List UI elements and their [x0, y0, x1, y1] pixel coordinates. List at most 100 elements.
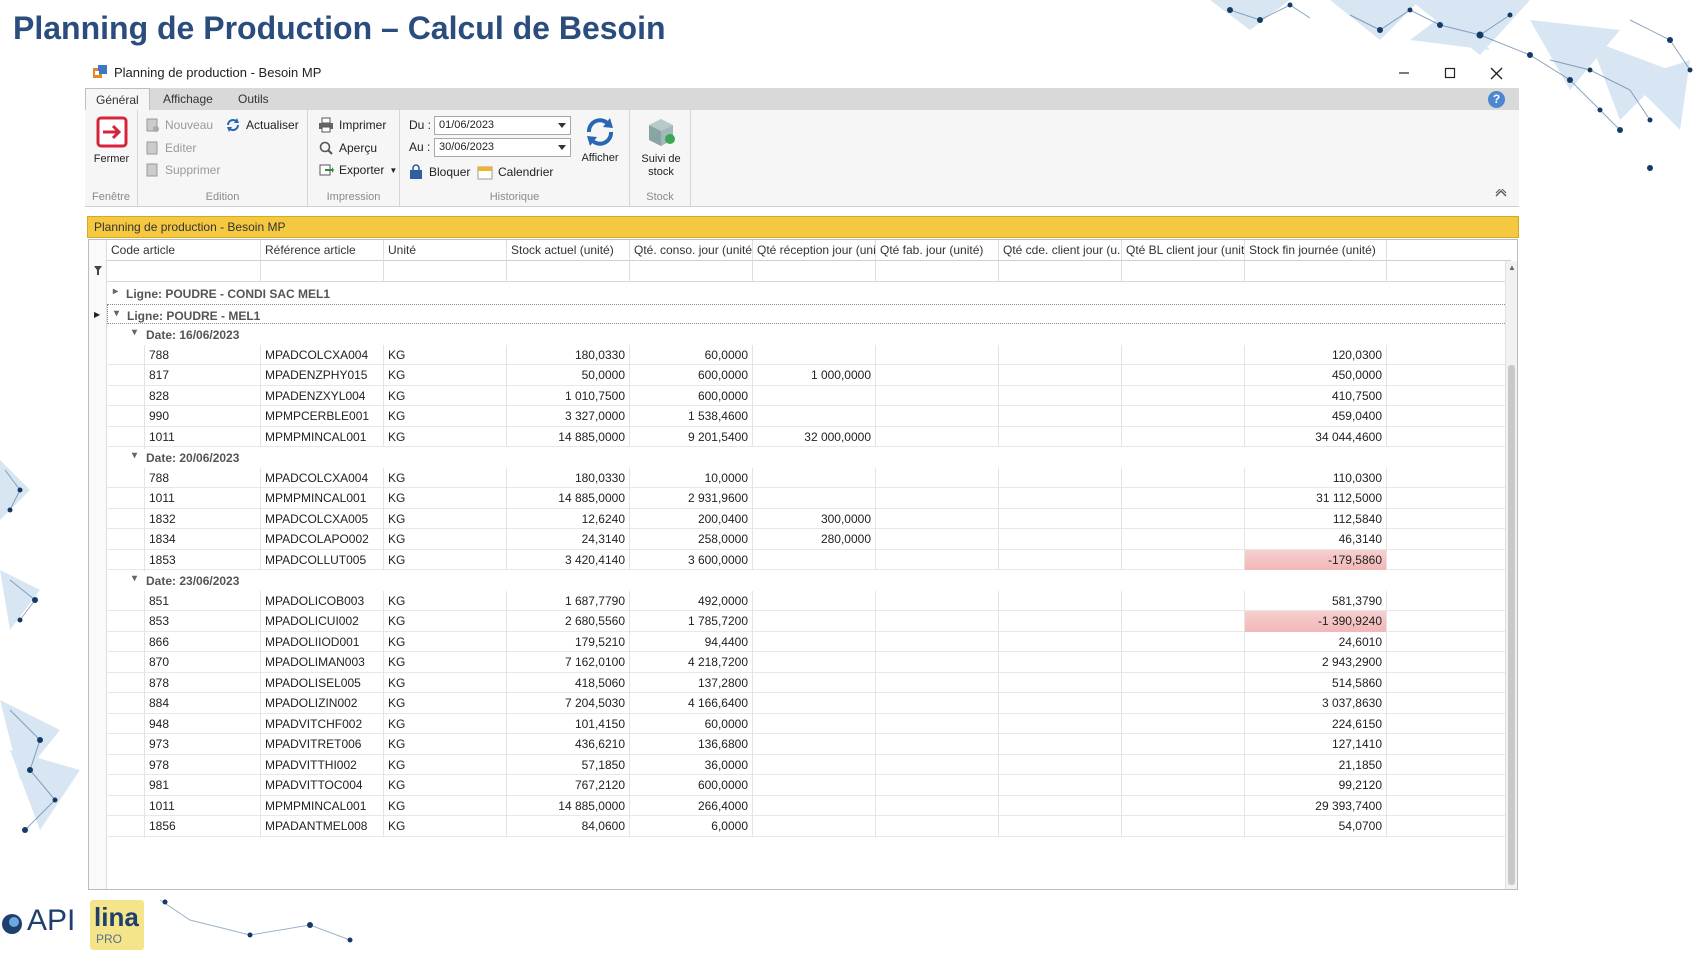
table-cell[interactable]	[876, 713, 999, 734]
table-cell[interactable]: 600,0000	[630, 775, 753, 796]
table-cell[interactable]: 7 162,0100	[507, 652, 630, 673]
new-button[interactable]: Nouveau	[144, 115, 213, 135]
table-cell[interactable]: 981	[145, 775, 261, 796]
table-cell[interactable]: -179,5860	[1245, 549, 1387, 570]
table-cell[interactable]: 870	[145, 652, 261, 673]
table-cell[interactable]: 978	[145, 754, 261, 775]
table-cell[interactable]: 1856	[145, 816, 261, 837]
table-row[interactable]: 851 MPADOLICOB003 KG 1 687,7790 492,0000 581,…	[107, 590, 1511, 613]
table-cell[interactable]	[999, 652, 1122, 673]
table-cell[interactable]: MPADVITTHI002	[261, 754, 384, 775]
table-cell[interactable]: 29 393,7400	[1245, 795, 1387, 816]
table-cell[interactable]	[753, 816, 876, 837]
table-cell[interactable]	[753, 406, 876, 427]
table-cell[interactable]	[753, 652, 876, 673]
table-cell[interactable]: KG	[384, 611, 507, 632]
filter-cell[interactable]	[999, 261, 1122, 282]
table-cell[interactable]: MPMPCERBLE001	[261, 406, 384, 427]
table-cell[interactable]	[876, 631, 999, 652]
table-cell[interactable]: 866	[145, 631, 261, 652]
column-header[interactable]: Qté cde. client jour (u...	[999, 240, 1122, 261]
table-cell[interactable]: 200,0400	[630, 508, 753, 529]
chevron-right-icon[interactable]: ▸	[113, 286, 118, 297]
table-cell[interactable]	[876, 344, 999, 365]
table-cell[interactable]: 492,0000	[630, 590, 753, 611]
table-cell[interactable]: KG	[384, 816, 507, 837]
table-cell[interactable]: 459,0400	[1245, 406, 1387, 427]
table-cell[interactable]: 948	[145, 713, 261, 734]
group-row[interactable]: ▾ Ligne: POUDRE - MEL1	[107, 303, 1511, 324]
column-header[interactable]: Qté réception jour (uni...	[753, 240, 876, 261]
table-cell[interactable]	[1122, 508, 1245, 529]
table-cell[interactable]	[876, 467, 999, 488]
table-cell[interactable]: MPADVITRET006	[261, 734, 384, 755]
table-cell[interactable]: 410,7500	[1245, 385, 1387, 406]
table-cell[interactable]: KG	[384, 590, 507, 611]
column-header[interactable]: Qté. conso. jour (unité)	[630, 240, 753, 261]
table-cell[interactable]: KG	[384, 775, 507, 796]
table-cell[interactable]: 973	[145, 734, 261, 755]
scrollbar-thumb[interactable]	[1508, 365, 1515, 885]
table-cell[interactable]: 137,2800	[630, 672, 753, 693]
table-cell[interactable]	[1122, 385, 1245, 406]
table-cell[interactable]: MPMPMINCAL001	[261, 795, 384, 816]
table-cell[interactable]	[999, 344, 1122, 365]
table-cell[interactable]	[999, 795, 1122, 816]
filter-cell[interactable]	[1122, 261, 1245, 282]
table-cell[interactable]: MPADCOLLUT005	[261, 549, 384, 570]
table-cell[interactable]: 788	[145, 467, 261, 488]
table-cell[interactable]	[1122, 467, 1245, 488]
column-header[interactable]: Référence article	[261, 240, 384, 261]
delete-button[interactable]: Supprimer	[144, 160, 220, 180]
table-cell[interactable]: 1011	[145, 426, 261, 447]
table-row[interactable]: 870 MPADOLIMAN003 KG 7 162,0100 4 218,7200 2 …	[107, 652, 1511, 674]
table-cell[interactable]: KG	[384, 344, 507, 365]
table-cell[interactable]: KG	[384, 652, 507, 673]
table-cell[interactable]: 1011	[145, 795, 261, 816]
table-cell[interactable]	[1122, 713, 1245, 734]
table-cell[interactable]: 1834	[145, 529, 261, 550]
table-cell[interactable]	[753, 344, 876, 365]
maximize-button[interactable]	[1427, 60, 1473, 86]
table-cell[interactable]	[876, 754, 999, 775]
table-cell[interactable]: KG	[384, 734, 507, 755]
filter-cell[interactable]	[876, 261, 999, 282]
table-cell[interactable]: 600,0000	[630, 365, 753, 386]
block-button[interactable]: Bloquer	[408, 162, 470, 182]
table-cell[interactable]	[1122, 611, 1245, 632]
table-cell[interactable]: 2 943,2900	[1245, 652, 1387, 673]
table-cell[interactable]: KG	[384, 693, 507, 714]
print-button[interactable]: Imprimer	[318, 115, 386, 135]
table-cell[interactable]: 1 785,7200	[630, 611, 753, 632]
table-row[interactable]: 1011 MPMPMINCAL001 KG 14 885,0000 2 931,9600…	[107, 488, 1511, 510]
table-cell[interactable]	[999, 816, 1122, 837]
table-row[interactable]: 1011 MPMPMINCAL001 KG 14 885,0000 266,4000 29…	[107, 795, 1511, 818]
tab-outils[interactable]: Outils	[228, 88, 279, 110]
table-cell[interactable]	[999, 631, 1122, 652]
table-cell[interactable]: KG	[384, 406, 507, 427]
table-cell[interactable]: 581,3790	[1245, 590, 1387, 611]
table-cell[interactable]: 3 420,4140	[507, 549, 630, 570]
table-cell[interactable]: 767,2120	[507, 775, 630, 796]
table-cell[interactable]: 50,0000	[507, 365, 630, 386]
table-cell[interactable]	[753, 631, 876, 652]
table-cell[interactable]: 101,4150	[507, 713, 630, 734]
table-cell[interactable]: 120,0300	[1245, 344, 1387, 365]
calendar-button[interactable]: Calendrier	[477, 162, 553, 182]
table-cell[interactable]: 32 000,0000	[753, 426, 876, 447]
table-row[interactable]: 1834 MPADCOLAPO002 KG 24,3140 258,0000 280,00…	[107, 529, 1511, 551]
table-cell[interactable]: 21,1850	[1245, 754, 1387, 775]
table-cell[interactable]	[753, 693, 876, 714]
preview-button[interactable]: Aperçu	[318, 138, 377, 158]
table-cell[interactable]	[753, 713, 876, 734]
table-cell[interactable]: 46,3140	[1245, 529, 1387, 550]
table-cell[interactable]	[876, 549, 999, 570]
table-cell[interactable]: 24,6010	[1245, 631, 1387, 652]
table-cell[interactable]: 450,0000	[1245, 365, 1387, 386]
table-cell[interactable]: 2 680,5560	[507, 611, 630, 632]
table-cell[interactable]: MPADVITCHF002	[261, 713, 384, 734]
table-cell[interactable]: 136,6800	[630, 734, 753, 755]
chevron-down-icon[interactable]: ▾	[132, 450, 137, 461]
table-row[interactable]: 1853 MPADCOLLUT005 KG 3 420,4140 3 600,0000 -…	[107, 549, 1511, 572]
table-cell[interactable]: 9 201,5400	[630, 426, 753, 447]
